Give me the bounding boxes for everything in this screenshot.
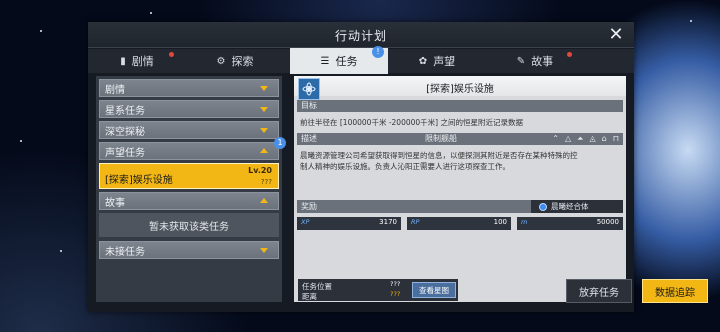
star bbox=[40, 30, 42, 32]
corporation-logo-icon bbox=[539, 202, 547, 211]
detail-title: [探索]娱乐设施 bbox=[426, 84, 494, 95]
close-button[interactable]: ✕ bbox=[606, 25, 626, 45]
reward-value: 50000 bbox=[596, 218, 619, 226]
selected-task-item[interactable]: [探索]娱乐设施 Lv.20 ??? bbox=[99, 163, 279, 189]
star bbox=[20, 140, 22, 142]
tab-reputation[interactable]: ✿ 声望 bbox=[388, 49, 486, 73]
ship-class-4-icon: ◬ bbox=[589, 134, 596, 143]
compass-icon: ⚙ bbox=[216, 55, 226, 67]
abandon-mission-button[interactable]: 放弃任务 bbox=[566, 279, 632, 303]
category-unaccepted[interactable]: 未接任务 bbox=[99, 241, 279, 259]
description-line-2: 制人精神的娱乐设施。负责人沁阳正需要人进行这项探查工作。 bbox=[300, 162, 510, 171]
task-level: Lv.20 bbox=[248, 166, 272, 175]
reward-label: 奖励 bbox=[301, 202, 317, 211]
chevron-down-icon bbox=[260, 128, 268, 133]
tab-story[interactable]: ▮ 剧情 bbox=[88, 49, 186, 73]
location-box: 任务位置 距离 ??? ??? 查看星图 bbox=[298, 279, 458, 301]
reward-xp: XP 3170 bbox=[297, 217, 401, 230]
description-label: 描述 bbox=[301, 134, 317, 143]
goal-header: 目标 bbox=[297, 100, 623, 112]
corporation-tag: 晨曦经合体 bbox=[531, 200, 623, 213]
task-extra: ??? bbox=[260, 178, 272, 186]
corporation-name: 晨曦经合体 bbox=[551, 202, 589, 211]
mission-emblem-icon bbox=[298, 78, 320, 100]
detail-header: [探索]娱乐设施 bbox=[294, 76, 626, 96]
view-star-map-button[interactable]: 查看星图 bbox=[412, 282, 456, 298]
story-icon: ✎ bbox=[516, 55, 526, 67]
notification-dot bbox=[169, 52, 174, 57]
reward-key: m bbox=[521, 218, 528, 226]
category-label: 故事 bbox=[105, 197, 125, 209]
chevron-down-icon bbox=[260, 248, 268, 253]
star bbox=[690, 20, 692, 22]
notification-dot bbox=[567, 52, 572, 57]
window-title: 行动计划 bbox=[334, 29, 387, 43]
category-galaxy[interactable]: 星系任务 bbox=[99, 100, 279, 118]
chevron-down-icon bbox=[260, 86, 268, 91]
category-deep-space[interactable]: 深空探秘 bbox=[99, 121, 279, 139]
title-bar: 行动计划 ✕ bbox=[88, 22, 634, 48]
tab-stories[interactable]: ✎ 故事 bbox=[486, 49, 584, 73]
reward-key: XP bbox=[301, 218, 310, 226]
category-badge: 1 bbox=[274, 137, 286, 149]
reward-value: 100 bbox=[493, 218, 507, 226]
mission-detail-panel: [探索]娱乐设施 目标 前往半径在 [100000千米 -200000千米] 之… bbox=[294, 76, 708, 303]
reward-value: 3170 bbox=[379, 218, 397, 226]
tab-bar: ▮ 剧情 ⚙ 探索 ☰ 任务 ✿ 声望 ✎ 故事 ! bbox=[88, 46, 634, 74]
reward-currency: m 50000 bbox=[517, 217, 623, 230]
empty-category-message: 暂未获取该类任务 bbox=[99, 213, 279, 237]
tab-label: 剧情 bbox=[131, 55, 154, 68]
tab-label: 声望 bbox=[433, 55, 456, 68]
reward-header: 奖励 晨曦经合体 bbox=[297, 200, 623, 213]
ship-class-2-icon: △ bbox=[564, 134, 572, 143]
star bbox=[60, 250, 62, 252]
category-label: 深空探秘 bbox=[105, 126, 145, 138]
action-plan-window: 行动计划 ✕ ▮ 剧情 ⚙ 探索 ☰ 任务 ✿ 声望 ✎ 故事 ! 剧情 星系任… bbox=[88, 22, 708, 312]
tab-label: 任务 bbox=[335, 55, 358, 68]
tab-explore[interactable]: ⚙ 探索 bbox=[186, 49, 284, 73]
chevron-down-icon bbox=[260, 107, 268, 112]
ship-limit-label: 限制舰船 bbox=[425, 134, 457, 143]
category-label: 未接任务 bbox=[105, 246, 145, 258]
ship-class-5-icon: ⌂ bbox=[601, 134, 607, 143]
chevron-up-icon bbox=[260, 198, 268, 203]
book-icon: ▮ bbox=[120, 55, 126, 67]
ship-class-1-icon: ⌃ bbox=[552, 134, 559, 143]
reward-rp: RP 100 bbox=[407, 217, 511, 230]
ship-class-6-icon: ⊓ bbox=[612, 134, 619, 143]
clipboard-icon: ☰ bbox=[320, 55, 330, 67]
ship-class-3-icon: ⏶ bbox=[577, 134, 584, 143]
distance-label: 距离 bbox=[302, 292, 317, 301]
medal-icon: ✿ bbox=[418, 55, 428, 67]
mission-list: 剧情 星系任务 深空探秘 声望任务 1 [探索]娱乐设施 Lv.20 ??? 故… bbox=[96, 76, 286, 302]
missions-badge: ! bbox=[372, 46, 384, 58]
goal-text: 前往半径在 [100000千米 -200000千米] 之间的恒星附近记录数据 bbox=[300, 118, 523, 127]
description-line-1: 晨曦资源管理公司希望获取得到恒星的信息，以便探测其附近是否存在某种特殊的控 bbox=[300, 151, 578, 160]
ship-class-icons: ⌃ △ ⏶ ◬ ⌂ ⊓ bbox=[552, 133, 619, 145]
task-name: [探索]娱乐设施 bbox=[105, 175, 173, 186]
distance-value: ??? bbox=[390, 290, 401, 298]
tab-label: 探索 bbox=[231, 55, 254, 68]
category-story[interactable]: 剧情 bbox=[99, 79, 279, 97]
category-label: 星系任务 bbox=[105, 105, 145, 117]
description-header: 描述 限制舰船 ⌃ △ ⏶ ◬ ⌂ ⊓ bbox=[297, 133, 623, 145]
data-tracking-button[interactable]: 数据追踪 bbox=[642, 279, 708, 303]
category-label: 声望任务 bbox=[105, 147, 145, 159]
category-stories[interactable]: 故事 bbox=[99, 192, 279, 210]
chevron-up-icon bbox=[260, 148, 268, 153]
star bbox=[150, 12, 152, 14]
category-reputation[interactable]: 声望任务 1 bbox=[99, 137, 286, 160]
location-value: ??? bbox=[390, 280, 401, 288]
category-label: 剧情 bbox=[105, 84, 125, 96]
tab-label: 故事 bbox=[531, 55, 554, 68]
reward-key: RP bbox=[411, 218, 420, 226]
